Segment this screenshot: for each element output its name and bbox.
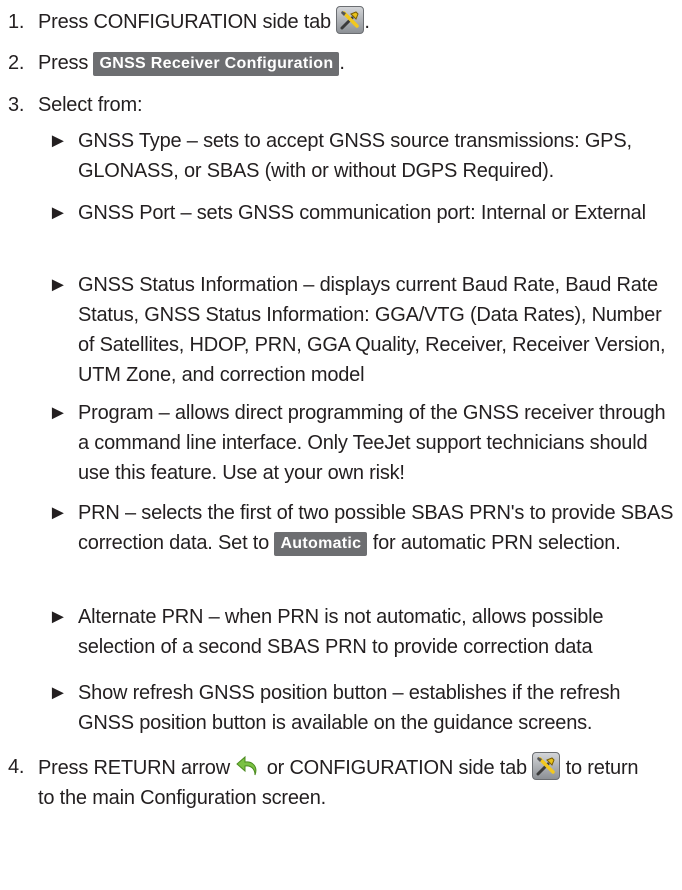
bullet-arrow-icon: ► [48, 130, 68, 152]
tools-icon [336, 6, 365, 34]
option-text: Program – allows direct programming of t… [78, 402, 666, 484]
option-prn: ► PRN – selects the first of two possibl… [48, 498, 678, 558]
option-text: Show refresh GNSS position button – esta… [78, 682, 621, 734]
step-text: Press CONFIGURATION side tab . [38, 6, 370, 34]
step-1-period: . [364, 11, 370, 33]
step-3: 3. Select from: [8, 90, 668, 120]
step-4-text-a: Press RETURN arrow [38, 757, 230, 779]
step-4-text-b: or CONFIGURATION side tab [266, 757, 527, 779]
step-4: 4. Press RETURN arrow or CONFIGURATION si… [8, 752, 668, 813]
bullet-arrow-icon: ► [48, 274, 68, 296]
bullet-arrow-icon: ► [48, 502, 68, 524]
step-2: 2. Press GNSS Receiver Configuration. [8, 48, 668, 78]
step-number: 3. [8, 94, 25, 116]
step-text: Select from: [38, 94, 143, 116]
step-1-text: Press CONFIGURATION side tab [38, 11, 331, 33]
gnss-receiver-configuration-button[interactable]: GNSS Receiver Configuration [93, 52, 340, 76]
step-number: 4. [8, 756, 25, 778]
option-text: GNSS Port – sets GNSS communication port… [78, 202, 646, 224]
step-2-period: . [339, 52, 345, 74]
tools-icon [532, 752, 561, 780]
step-1: 1. Press CONFIGURATION side tab . [8, 6, 668, 37]
step-text: Press GNSS Receiver Configuration. [38, 52, 345, 76]
option-program: ► Program – allows direct programming of… [48, 398, 678, 488]
option-gnss-port: ► GNSS Port – sets GNSS communication po… [48, 198, 678, 228]
bullet-arrow-icon: ► [48, 606, 68, 628]
option-text: Alternate PRN – when PRN is not automati… [78, 606, 604, 658]
instruction-page: 1. Press CONFIGURATION side tab . 2. Press… [0, 0, 682, 890]
option-gnss-type: ► GNSS Type – sets to accept GNSS source… [48, 126, 678, 186]
prn-text-after: for automatic PRN selection. [372, 532, 621, 554]
option-text: PRN – selects the first of two possible … [48, 498, 678, 558]
option-gnss-status-information: ► GNSS Status Information – displays cur… [48, 270, 678, 390]
automatic-button[interactable]: Automatic [274, 532, 368, 556]
option-text: GNSS Type – sets to accept GNSS source t… [78, 130, 632, 182]
bullet-arrow-icon: ► [48, 202, 68, 224]
option-alternate-prn: ► Alternate PRN – when PRN is not automa… [48, 602, 678, 662]
bullet-arrow-icon: ► [48, 402, 68, 424]
step-text: Press RETURN arrow or CONFIGURATION side… [38, 752, 658, 813]
bullet-arrow-icon: ► [48, 682, 68, 704]
step-2-text: Press [38, 52, 89, 74]
return-arrow-icon [235, 753, 261, 779]
step-number: 2. [8, 52, 25, 74]
option-text: GNSS Status Information – displays curre… [78, 274, 666, 386]
step-number: 1. [8, 11, 25, 33]
option-show-refresh-gnss-position-button: ► Show refresh GNSS position button – es… [48, 678, 678, 738]
